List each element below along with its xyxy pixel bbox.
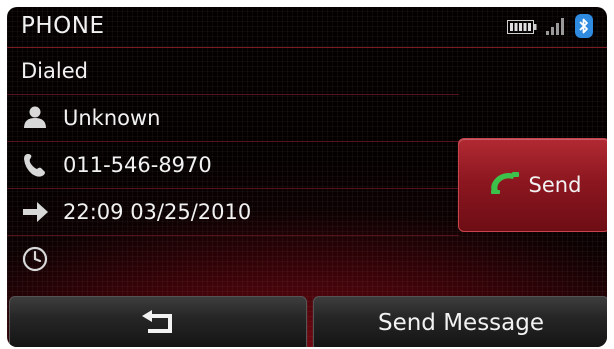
call-type-label: Dialed bbox=[21, 59, 88, 83]
green-phone-icon bbox=[487, 170, 521, 200]
signal-icon bbox=[545, 17, 567, 35]
back-arrow-icon bbox=[138, 307, 178, 339]
call-datetime: 22:09 03/25/2010 bbox=[63, 200, 252, 224]
contact-name: Unknown bbox=[63, 106, 161, 130]
send-message-label: Send Message bbox=[377, 309, 545, 336]
battery-icon bbox=[507, 19, 537, 34]
send-message-button[interactable]: Send Message bbox=[313, 296, 607, 347]
datetime-row: 22:09 03/25/2010 bbox=[7, 189, 459, 236]
phone-number-row: 011-546-8970 bbox=[7, 142, 459, 189]
page-title: PHONE bbox=[21, 13, 105, 39]
status-icons bbox=[507, 14, 593, 38]
clock-icon bbox=[21, 245, 49, 273]
title-bar: PHONE bbox=[7, 7, 607, 48]
call-type-row: Dialed bbox=[7, 48, 459, 95]
contact-row: Unknown bbox=[7, 95, 459, 142]
phone-screen: PHONE Dialed Unknown 011-546-8970 22:09 … bbox=[7, 7, 607, 347]
send-button-label: Send bbox=[528, 173, 582, 197]
person-icon bbox=[21, 104, 49, 132]
phone-icon bbox=[21, 151, 49, 179]
phone-number: 011-546-8970 bbox=[63, 153, 212, 177]
duration-row bbox=[7, 236, 459, 282]
send-button[interactable]: Send bbox=[458, 138, 607, 232]
arrow-right-icon bbox=[21, 198, 49, 226]
back-button[interactable] bbox=[9, 296, 307, 347]
bluetooth-icon bbox=[575, 14, 593, 38]
